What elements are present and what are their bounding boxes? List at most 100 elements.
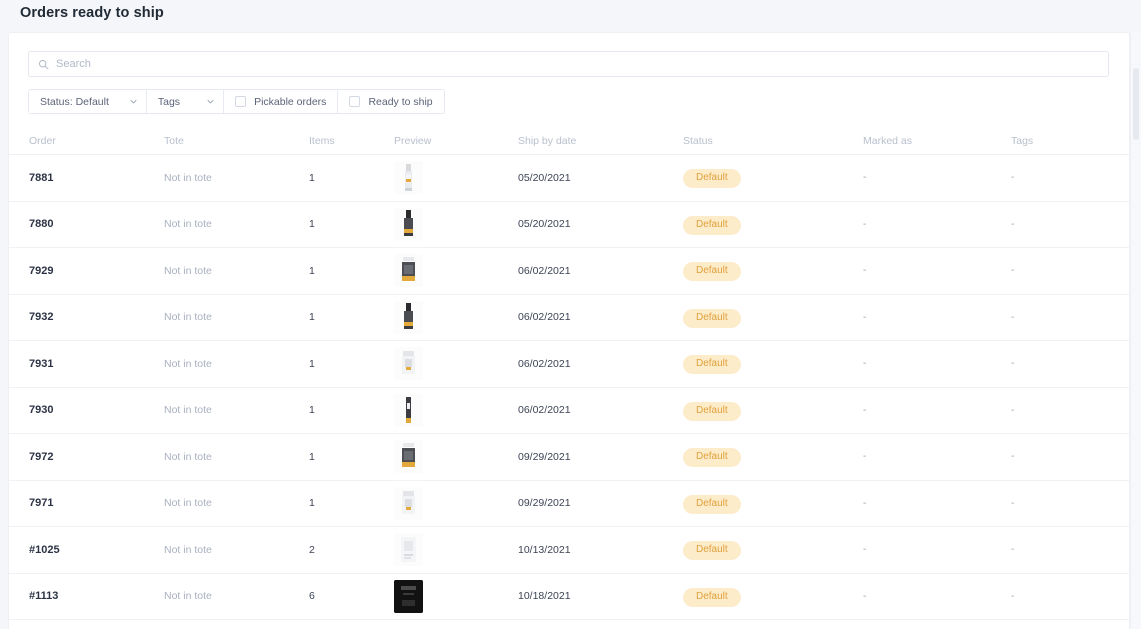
- table-row[interactable]: 7971 Not in tote 1 09/29/2021 Default - -: [9, 481, 1129, 527]
- table-header-row: Order Tote Items Preview Ship by date St…: [9, 127, 1129, 155]
- status-badge: Default: [683, 448, 741, 468]
- column-header-tags[interactable]: Tags: [1011, 135, 1129, 147]
- cell-tote: Not in tote: [164, 311, 212, 324]
- cell-preview: [394, 393, 518, 427]
- cell-order[interactable]: 7971: [9, 497, 164, 509]
- table-row[interactable]: 7930 Not in tote 1 06/02/2021 Default - -: [9, 388, 1129, 434]
- box-light-thumbnail: [394, 533, 423, 567]
- table-row[interactable]: 7931 Not in tote 1 06/02/2021 Default - -: [9, 341, 1129, 388]
- cell-marked-as: -: [863, 358, 867, 370]
- cell-order[interactable]: 7880: [9, 218, 164, 230]
- cell-preview: [394, 254, 518, 288]
- table-row[interactable]: 7972 Not in tote 1 09/29/2021 Default - -: [9, 434, 1129, 481]
- cell-tote: Not in tote: [164, 497, 212, 510]
- cell-ship-by-date: 05/20/2021: [518, 218, 571, 231]
- cell-tote: Not in tote: [164, 218, 212, 231]
- checkbox-box[interactable]: [349, 96, 361, 107]
- table-row[interactable]: 7880 Not in tote 1 05/20/2021 Default - -: [9, 202, 1129, 248]
- orders-page: Orders ready to ship Status: Default Tag…: [0, 0, 1141, 629]
- column-header-preview[interactable]: Preview: [394, 135, 518, 147]
- table-row[interactable]: #1025 Not in tote 2 10/13/2021 Default - -: [9, 527, 1129, 574]
- cell-status: Default: [683, 214, 863, 235]
- cell-items: 1: [309, 450, 315, 463]
- status-badge: Default: [683, 401, 741, 421]
- jar-light-thumbnail: [394, 486, 423, 520]
- filter-ready-to-ship-checkbox[interactable]: Ready to ship: [338, 90, 444, 113]
- search-input[interactable]: [56, 58, 1099, 70]
- cell-order[interactable]: 7972: [9, 451, 164, 463]
- filter-tags-select[interactable]: Tags: [146, 90, 225, 113]
- filter-pickable-orders-checkbox[interactable]: Pickable orders: [224, 90, 339, 113]
- cell-tote: Not in tote: [164, 171, 212, 184]
- status-badge: Default: [683, 587, 741, 607]
- table-row[interactable]: 7929 Not in tote 1 06/02/2021 Default - -: [9, 248, 1129, 295]
- cell-order[interactable]: 7929: [9, 265, 164, 277]
- table-row[interactable]: 7881 Not in tote 1 05/20/2021 Default - -: [9, 155, 1129, 202]
- status-badge: Default: [683, 308, 741, 328]
- cell-order[interactable]: 7932: [9, 311, 164, 323]
- cell-marked-as: -: [863, 265, 867, 277]
- cell-status: Default: [683, 446, 863, 468]
- cell-items: 1: [309, 311, 315, 324]
- filter-bar: Status: Default Tags Pickable orders Rea…: [28, 89, 445, 114]
- cell-items: 1: [309, 497, 315, 510]
- cell-preview: [394, 440, 518, 474]
- table-body: 7881 Not in tote 1 05/20/2021 Default - -7880 N…: [9, 155, 1129, 620]
- cell-order[interactable]: #1113: [9, 590, 164, 602]
- cell-tags: -: [1011, 404, 1015, 416]
- vertical-scrollbar[interactable]: [1130, 32, 1141, 629]
- cell-tags: -: [1011, 544, 1015, 556]
- cell-items: 6: [309, 590, 315, 603]
- cell-preview: [394, 207, 518, 241]
- status-badge: Default: [683, 541, 741, 561]
- column-header-status[interactable]: Status: [683, 135, 863, 147]
- cell-ship-by-date: 09/29/2021: [518, 497, 571, 510]
- cell-ship-by-date: 10/13/2021: [518, 543, 571, 556]
- cell-tags: -: [1011, 451, 1015, 463]
- cell-tags: -: [1011, 358, 1015, 370]
- filter-ready-to-ship-label: Ready to ship: [368, 95, 433, 108]
- cell-order[interactable]: #1025: [9, 544, 164, 556]
- cell-tags: -: [1011, 497, 1015, 509]
- cell-tote: Not in tote: [164, 357, 212, 370]
- cell-marked-as: -: [863, 404, 867, 416]
- scrollbar-thumb[interactable]: [1133, 68, 1139, 140]
- cell-order[interactable]: 7930: [9, 404, 164, 416]
- cell-items: 1: [309, 218, 315, 231]
- orders-table: Order Tote Items Preview Ship by date St…: [9, 127, 1129, 620]
- cell-tote: Not in tote: [164, 450, 212, 463]
- column-header-tote[interactable]: Tote: [164, 135, 309, 147]
- cell-ship-by-date: 10/18/2021: [518, 590, 571, 603]
- dropper-bottle-dark-thumbnail: [394, 207, 423, 241]
- cell-status: Default: [683, 400, 863, 421]
- column-header-order[interactable]: Order: [9, 135, 164, 147]
- cell-items: 1: [309, 171, 315, 184]
- cell-tote: Not in tote: [164, 264, 212, 277]
- cell-tags: -: [1011, 218, 1015, 230]
- cell-status: Default: [683, 307, 863, 328]
- table-row[interactable]: #1113 Not in tote 6 10/18/2021 Default - -: [9, 574, 1129, 620]
- column-header-ship-by-date[interactable]: Ship by date: [518, 135, 683, 147]
- cell-order[interactable]: 7881: [9, 172, 164, 184]
- cell-tote: Not in tote: [164, 404, 212, 417]
- cell-items: 1: [309, 404, 315, 417]
- filter-pickable-orders-label: Pickable orders: [254, 95, 327, 108]
- cell-items: 1: [309, 357, 315, 370]
- cell-order[interactable]: 7931: [9, 358, 164, 370]
- table-row[interactable]: 7932 Not in tote 1 06/02/2021 Default - -: [9, 295, 1129, 341]
- cell-preview: [394, 347, 518, 381]
- cell-status: Default: [683, 539, 863, 561]
- checkbox-box[interactable]: [235, 96, 247, 107]
- cell-ship-by-date: 09/29/2021: [518, 450, 571, 463]
- filter-status-select[interactable]: Status: Default: [29, 90, 147, 113]
- cell-items: 2: [309, 543, 315, 556]
- jar-dark-thumbnail: [394, 440, 423, 474]
- status-badge: Default: [683, 215, 741, 235]
- tube-dark-thumbnail: [394, 393, 423, 427]
- dropper-bottle-dark-thumbnail: [394, 300, 423, 334]
- column-header-items[interactable]: Items: [309, 135, 394, 147]
- search-field[interactable]: [28, 51, 1109, 77]
- product-black-thumbnail: [394, 579, 423, 613]
- column-header-marked-as[interactable]: Marked as: [863, 135, 1011, 147]
- cell-ship-by-date: 06/02/2021: [518, 264, 571, 277]
